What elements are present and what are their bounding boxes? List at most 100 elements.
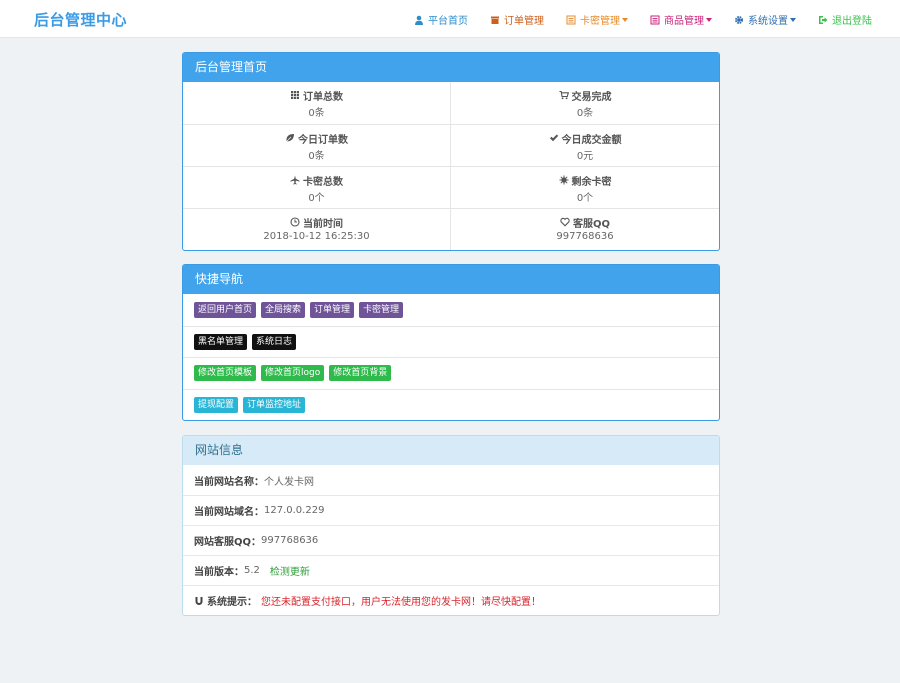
- grid-icon: [291, 91, 299, 99]
- stat-value: 0个: [576, 193, 594, 204]
- quicknav-row: 修改首页模板 修改首页logo 修改首页背景: [183, 357, 719, 389]
- quicknav-button[interactable]: 提现配置: [194, 396, 239, 413]
- site-name-value: 个人发卡网: [264, 476, 314, 488]
- system-notice-row: 系统提示： 您还未配置支付接口，用户无法使用您的发卡网！请尽快配置！: [183, 585, 719, 615]
- heart-icon: [560, 217, 570, 227]
- stat-value: 997768636: [556, 231, 614, 242]
- quicknav-row: 提现配置 订单监控地址: [183, 388, 719, 421]
- siteinfo-panel-title: 网站信息: [183, 436, 719, 465]
- caret-down-icon: [622, 17, 628, 22]
- stat-label-row: 交易完成: [451, 88, 719, 103]
- nav-item-0[interactable]: 平台首页: [414, 12, 468, 27]
- list-icon: [566, 15, 576, 24]
- stat-cell: 客服QQ 997768636: [451, 208, 719, 250]
- site-domain-row: 当前网站域名： 127.0.0.229: [183, 495, 719, 525]
- nav-item-label: 平台首页: [428, 16, 468, 27]
- stat-cell: 今日成交金额 0元: [451, 124, 719, 166]
- list-alt-icon: [650, 15, 660, 24]
- site-version-label: 当前版本：: [194, 567, 244, 578]
- stat-value: 0条: [308, 108, 325, 119]
- system-notice-label: 系统提示：: [207, 597, 257, 608]
- site-domain-label: 当前网站域名：: [194, 507, 264, 518]
- nav-item-label: 系统设置: [748, 16, 788, 27]
- quicknav-row: 返回用户首页 全局搜索 订单管理 卡密管理: [183, 294, 719, 326]
- site-name-row: 当前网站名称： 个人发卡网: [183, 465, 719, 495]
- system-notice-text: 您还未配置支付接口，用户无法使用您的发卡网！请尽快配置！: [261, 597, 541, 608]
- user-icon: [415, 15, 423, 25]
- quicknav-rows: 返回用户首页 全局搜索 订单管理 卡密管理 黑名单管理 系统日志 修改首页模板 修改首页log…: [183, 294, 719, 420]
- site-qq-row: 网站客服QQ： 997768636: [183, 525, 719, 555]
- asterisk-icon: [559, 175, 568, 185]
- stat-label-row: 卡密总数: [183, 173, 450, 188]
- brand-title[interactable]: 后台管理中心: [34, 9, 127, 30]
- quicknav-button[interactable]: 修改首页背景: [329, 365, 392, 382]
- quicknav-row: 黑名单管理 系统日志: [183, 325, 719, 358]
- stat-label: 剩余卡密: [571, 176, 612, 188]
- clock-icon: [290, 217, 300, 227]
- stat-label-row: 今日订单数: [183, 131, 450, 146]
- quicknav-button[interactable]: 返回用户首页: [194, 301, 257, 318]
- caret-down-icon: [706, 17, 712, 22]
- quicknav-button[interactable]: 全局搜索: [261, 301, 306, 318]
- quicknav-button[interactable]: 订单监控地址: [243, 396, 306, 413]
- plane-icon: [290, 175, 300, 185]
- stat-cell: 卡密总数 0个: [183, 166, 451, 208]
- stat-value: 0条: [576, 108, 594, 119]
- nav-item-label: 订单管理: [504, 16, 544, 27]
- stat-label: 今日订单数: [298, 134, 348, 146]
- dashboard-panel-title: 后台管理首页: [183, 53, 719, 82]
- quicknav-button[interactable]: 订单管理: [310, 301, 355, 318]
- quicknav-button[interactable]: 系统日志: [252, 333, 297, 350]
- nav-item-1[interactable]: 订单管理: [490, 12, 544, 27]
- stat-value: 0条: [308, 151, 325, 162]
- nav-item-label: 卡密管理: [580, 16, 620, 27]
- nav-item-label: 商品管理: [664, 16, 704, 27]
- stat-value: 0元: [576, 151, 594, 162]
- archive-icon: [491, 16, 499, 24]
- stat-label-row: 订单总数: [183, 88, 450, 103]
- quicknav-panel: 快捷导航 返回用户首页 全局搜索 订单管理 卡密管理 黑名单管理 系统日志 修改首页模板 修改…: [182, 264, 720, 421]
- stat-cell: 今日订单数 0条: [183, 124, 451, 166]
- check-update-link[interactable]: 检测更新: [270, 563, 310, 578]
- stat-value: 2018-10-12 16:25:30: [263, 231, 370, 242]
- check-icon: [549, 134, 558, 142]
- nav-item-label: 退出登陆: [832, 16, 872, 27]
- quicknav-button[interactable]: 黑名单管理: [194, 333, 248, 350]
- stat-cell: 剩余卡密 0个: [451, 166, 719, 208]
- quicknav-button[interactable]: 修改首页模板: [194, 365, 257, 382]
- stat-label: 交易完成: [571, 91, 612, 103]
- stat-label: 客服QQ: [572, 218, 610, 230]
- stat-label-row: 剩余卡密: [451, 173, 719, 188]
- siteinfo-panel: 网站信息 当前网站名称： 个人发卡网 当前网站域名： 127.0.0.229 网…: [182, 435, 720, 616]
- dashboard-panel: 后台管理首页 订单总数 0条 交易完成 0条 今日订单数 0条 今日成交金额 0元 卡密总数 0个…: [182, 52, 720, 251]
- leaf-icon: [285, 134, 294, 143]
- stat-label: 今日成交金额: [561, 134, 622, 146]
- stat-label-row: 当前时间: [183, 215, 450, 230]
- stats-grid: 订单总数 0条 交易完成 0条 今日订单数 0条 今日成交金额 0元 卡密总数 0个 剩余卡密 0个当…: [183, 82, 719, 250]
- nav-item-2[interactable]: 卡密管理: [566, 12, 628, 27]
- stat-label-row: 客服QQ: [451, 215, 719, 230]
- site-name-label: 当前网站名称：: [194, 476, 264, 488]
- magnet-icon: [195, 596, 203, 605]
- logout-icon: [819, 15, 828, 24]
- nav-item-5[interactable]: 退出登陆: [818, 12, 872, 27]
- stat-label: 订单总数: [303, 91, 343, 103]
- stat-cell: 交易完成 0条: [451, 82, 719, 124]
- cart-icon: [559, 90, 569, 100]
- quicknav-button[interactable]: 卡密管理: [359, 301, 404, 318]
- site-qq-label: 网站客服QQ：: [194, 537, 262, 548]
- stat-label: 当前时间: [303, 218, 343, 230]
- site-qq-value: 997768636: [261, 535, 319, 546]
- top-navbar: 后台管理中心 平台首页 订单管理 卡密管理 商品管理 系统设置 退出登陆: [0, 0, 900, 38]
- nav-item-3[interactable]: 商品管理: [650, 12, 712, 27]
- cog-icon: [735, 15, 743, 24]
- site-version-value: 5.2: [244, 565, 260, 576]
- stat-cell: 当前时间 2018-10-12 16:25:30: [183, 208, 451, 250]
- site-domain-value: 127.0.0.229: [264, 505, 325, 516]
- stat-value: 0个: [308, 193, 325, 204]
- main-nav: 平台首页 订单管理 卡密管理 商品管理 系统设置 退出登陆: [392, 12, 872, 27]
- quicknav-panel-title: 快捷导航: [183, 265, 719, 294]
- stat-label: 卡密总数: [303, 176, 343, 188]
- quicknav-button[interactable]: 修改首页logo: [261, 365, 325, 382]
- nav-item-4[interactable]: 系统设置: [734, 12, 796, 27]
